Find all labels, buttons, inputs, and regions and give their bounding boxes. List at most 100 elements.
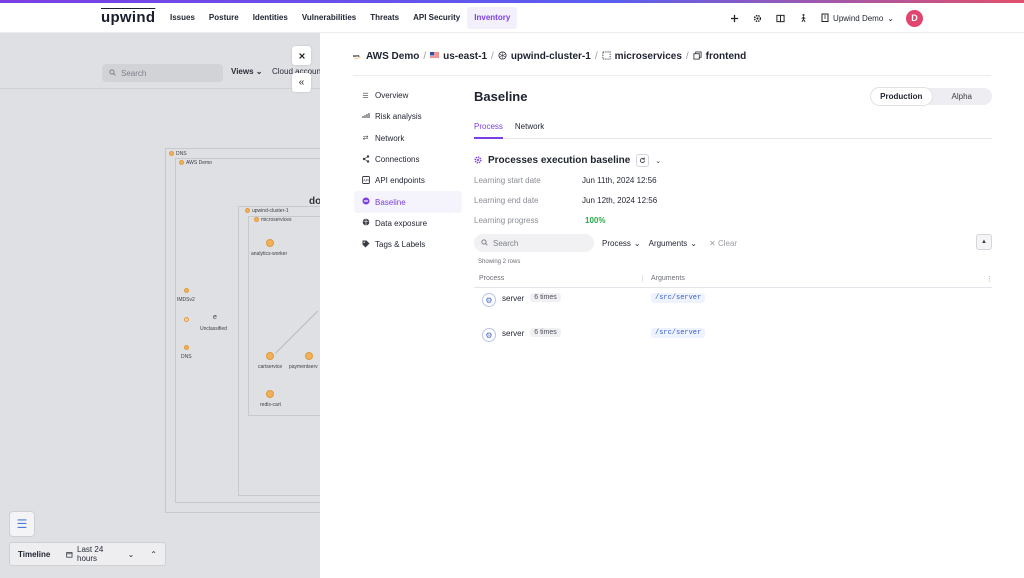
collapse-table-button[interactable]: ▲ — [976, 234, 992, 250]
table-search-input[interactable]: Search — [474, 234, 594, 252]
search-icon — [109, 68, 116, 78]
graph-node-imdsv2[interactable] — [184, 288, 189, 293]
triangle-up-icon: ▲ — [981, 239, 987, 245]
tab-process[interactable]: Process — [474, 121, 503, 139]
nav-item-vulnerabilities[interactable]: Vulnerabilities — [295, 7, 363, 29]
nav-item-issues[interactable]: Issues — [163, 7, 202, 29]
graph-label-microservices: microservices — [261, 217, 292, 223]
graph-node-unclassified-ip[interactable] — [184, 317, 189, 322]
svg-text:API: API — [363, 178, 369, 182]
graph-node-microservices[interactable] — [254, 217, 259, 222]
graph-node-paymentservice[interactable] — [305, 352, 313, 360]
org-switcher[interactable]: Upwind Demo ⌄ — [821, 13, 894, 24]
side-item-baseline[interactable]: Baseline — [354, 191, 462, 213]
side-item-data-exposure[interactable]: Data exposure — [354, 213, 462, 234]
graph-node-aws-demo[interactable] — [179, 160, 184, 165]
table-search-placeholder: Search — [493, 238, 519, 248]
aws-icon: aws — [353, 52, 362, 61]
process-cell: ⚙ server 6 times — [474, 323, 651, 342]
cluster-icon — [498, 51, 507, 62]
nav-item-inventory[interactable]: Inventory — [467, 7, 518, 29]
nav-item-api-security[interactable]: API Security — [406, 7, 467, 29]
graph-label-unclassified: Unclassified — [200, 326, 227, 332]
side-item-api-endpoints[interactable]: API API endpoints — [354, 170, 462, 191]
api-icon: API — [361, 175, 370, 186]
nav-item-posture[interactable]: Posture — [202, 7, 246, 29]
building-icon — [821, 13, 829, 24]
graph-title-fragment: do — [309, 196, 320, 207]
section-title: Processes execution baseline ⌄ — [474, 154, 661, 167]
graph-search-input[interactable]: Search — [102, 64, 223, 82]
process-name: server — [502, 329, 525, 338]
chevron-down-icon: ⌄ — [887, 13, 894, 23]
inventory-graph-canvas[interactable]: Search Views ⌄ Cloud accoun « DNS AWS De… — [0, 33, 320, 578]
arguments-filter-label: Arguments — [648, 238, 688, 248]
graph-node-cartservice[interactable] — [266, 352, 274, 360]
clear-filters-button[interactable]: ✕ Clear — [709, 239, 737, 248]
env-option-alpha[interactable]: Alpha — [932, 88, 993, 105]
side-item-tags-labels[interactable]: Tags & Labels — [354, 234, 462, 255]
timeline-range-dropdown[interactable]: Last 24 hours ⌄ — [66, 545, 134, 563]
refresh-button[interactable] — [636, 154, 650, 167]
process-gear-icon: ⚙ — [482, 328, 496, 342]
upwind-logo[interactable]: upwind — [101, 9, 155, 26]
arguments-filter-dropdown[interactable]: Arguments ⌄ — [649, 239, 697, 248]
table-row[interactable]: ⚙ server 6 times /src/server — [474, 288, 992, 323]
breadcrumb-separator: / — [594, 51, 598, 62]
close-icon: ✕ — [709, 238, 716, 248]
close-panel-button[interactable] — [292, 46, 311, 65]
walker-icon[interactable] — [798, 13, 809, 24]
plus-icon[interactable] — [729, 13, 740, 24]
side-item-connections[interactable]: Connections — [354, 149, 462, 170]
expand-timeline-icon[interactable]: ⌃ — [150, 550, 157, 559]
learning-progress-label: Learning progress — [474, 216, 539, 225]
side-item-label: Risk analysis — [375, 112, 422, 122]
breadcrumb-cluster[interactable]: upwind-cluster-1 — [511, 51, 591, 62]
column-header-arguments[interactable]: Arguments — [643, 275, 986, 282]
breadcrumb-namespace[interactable]: microservices — [615, 51, 682, 62]
graph-toolbar: Search Views ⌄ Cloud accoun — [0, 33, 320, 89]
column-options-icon[interactable]: ⋮ — [986, 275, 993, 283]
side-item-label: Data exposure — [375, 218, 428, 228]
tab-network[interactable]: Network — [515, 121, 544, 138]
side-item-network[interactable]: ⇄ Network — [354, 128, 462, 149]
graph-label-cartservice: cartservice — [258, 364, 283, 370]
process-filter-dropdown[interactable]: Process ⌄ — [602, 239, 641, 248]
side-item-risk-analysis[interactable]: Risk analysis — [354, 106, 462, 127]
list-icon: ☰ — [362, 92, 369, 100]
table-row[interactable]: ⚙ server 6 times /src/server — [474, 323, 992, 358]
breadcrumb-account[interactable]: AWS Demo — [366, 51, 419, 62]
column-header-process[interactable]: Process — [474, 275, 643, 282]
breadcrumb-region[interactable]: us-east-1 — [443, 51, 487, 62]
graph-node-redis-cart[interactable] — [266, 390, 274, 398]
graph-node-analytics-worker[interactable] — [266, 239, 274, 247]
argument-chip: /src/server — [651, 293, 706, 303]
chevron-down-icon: ⌄ — [633, 238, 641, 248]
process-name: server — [502, 294, 525, 303]
graph-label-paymentservice: paymentserv — [289, 364, 318, 370]
book-icon[interactable] — [775, 13, 786, 24]
views-dropdown[interactable]: Views ⌄ — [231, 67, 262, 76]
namespace-icon — [602, 51, 611, 62]
env-option-production[interactable]: Production — [871, 88, 932, 105]
learning-end-row: Learning end date Jun 12th, 2024 12:56 — [474, 196, 657, 205]
graph-menu-button[interactable]: ☰ — [9, 511, 35, 537]
resource-detail-panel: aws AWS Demo / us-east-1 / upwind-cluste… — [320, 33, 1024, 578]
graph-node-dns-group[interactable] — [169, 151, 174, 156]
graph-node-dns[interactable] — [184, 345, 189, 350]
chevron-down-icon: ⌄ — [690, 238, 697, 248]
gear-icon[interactable] — [752, 13, 763, 24]
chevron-down-icon[interactable]: ⌄ — [655, 157, 661, 165]
learning-start-value: Jun 11th, 2024 12:56 — [582, 176, 657, 185]
nav-item-identities[interactable]: Identities — [246, 7, 295, 29]
brain-icon — [361, 218, 370, 228]
user-avatar[interactable]: D — [906, 9, 923, 27]
side-item-overview[interactable]: ☰ Overview — [354, 85, 462, 106]
arguments-cell: /src/server — [651, 323, 706, 338]
graph-node-cluster[interactable] — [245, 208, 250, 213]
breadcrumb-separator: / — [423, 51, 427, 62]
graph-label-dns-group: DNS — [176, 151, 187, 157]
graph-label-cluster: upwind-cluster-1 — [252, 208, 289, 214]
nav-item-threats[interactable]: Threats — [363, 7, 406, 29]
collapse-panel-button[interactable]: « — [292, 73, 311, 92]
